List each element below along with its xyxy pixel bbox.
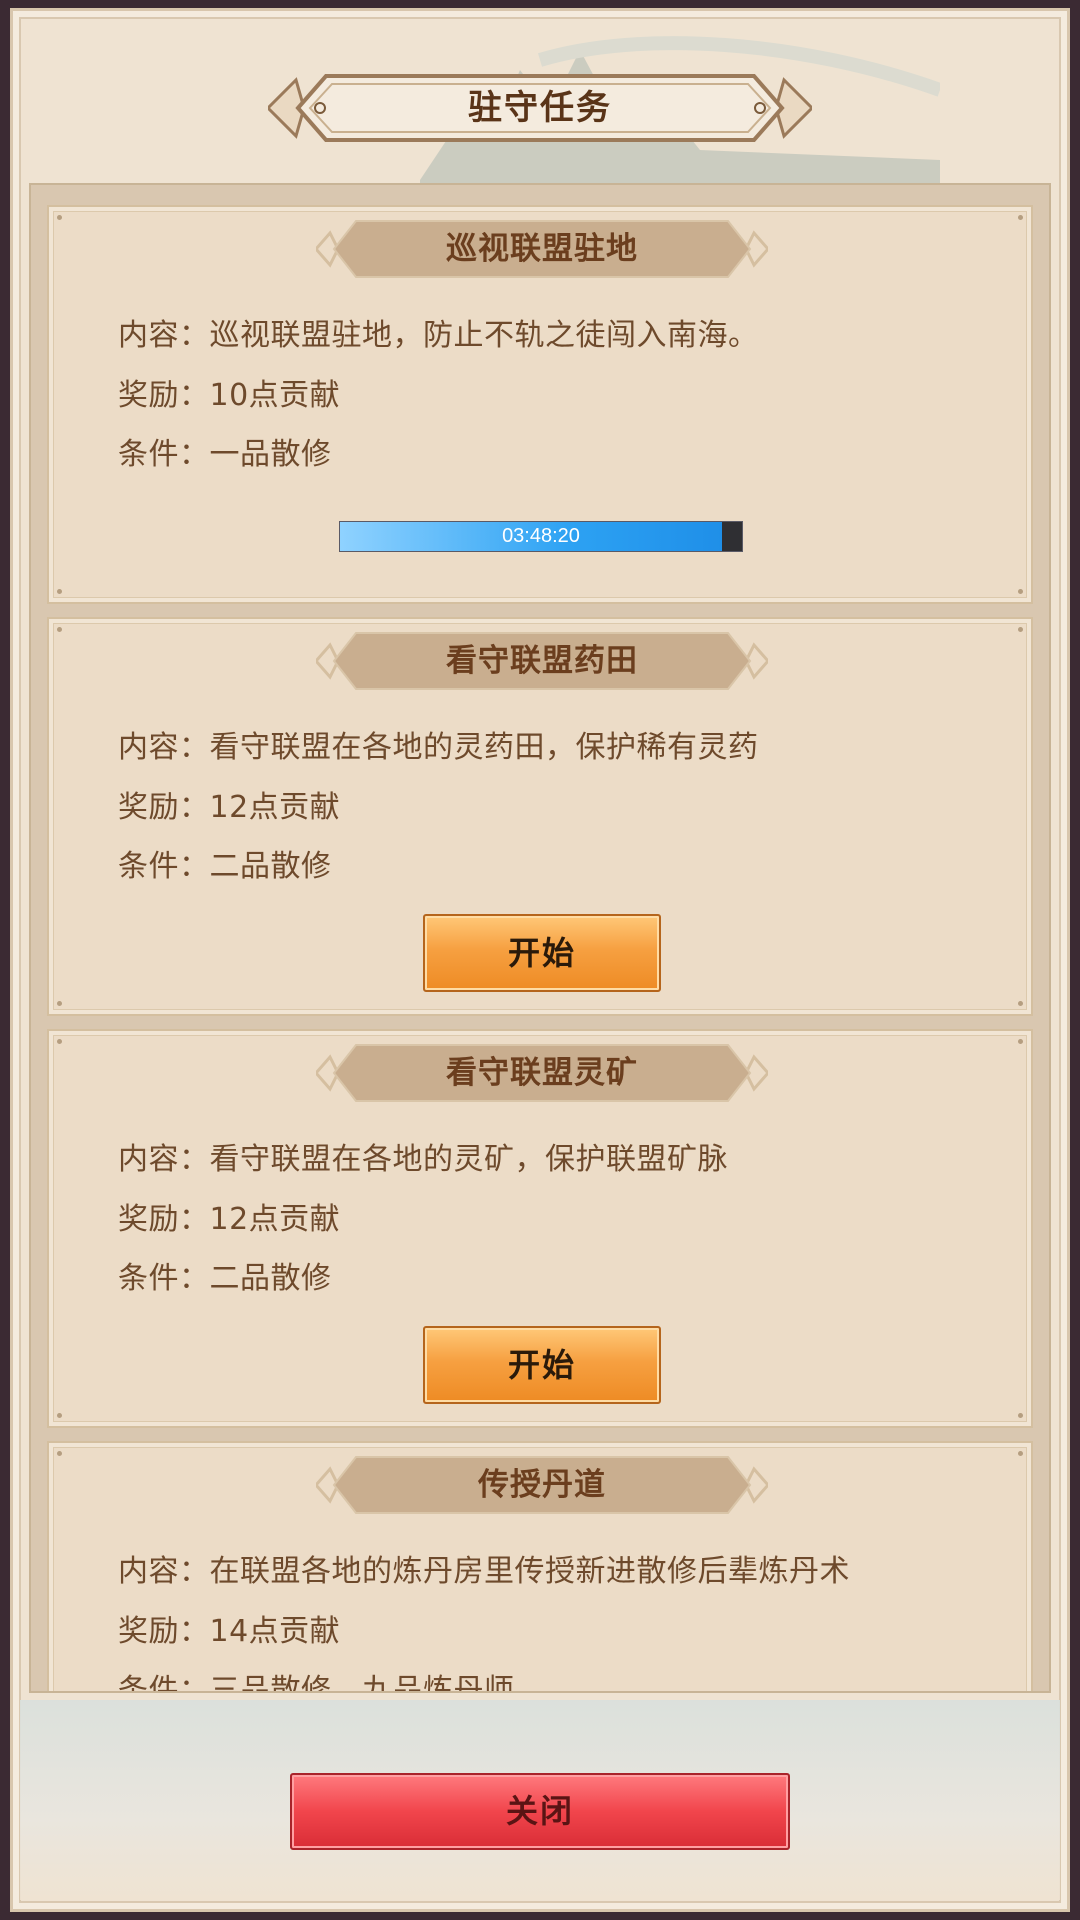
- task-reward: 奖励：12点贡献: [118, 1202, 341, 1237]
- task-title-banner: 看守联盟药田: [316, 631, 768, 691]
- corner-rivet: [57, 589, 62, 594]
- task-list[interactable]: 巡视联盟驻地 内容：巡视联盟驻地，防止不轨之徒闯入南海。 奖励：10点贡献 条件…: [29, 183, 1051, 1693]
- task-title: 传授丹道: [478, 1467, 606, 1503]
- corner-rivet: [57, 1413, 62, 1418]
- task-reward: 奖励：10点贡献: [118, 378, 341, 413]
- corner-rivet: [1018, 1451, 1023, 1456]
- task-title: 看守联盟灵矿: [446, 1055, 638, 1091]
- corner-rivet: [57, 1039, 62, 1044]
- start-button[interactable]: 开始: [423, 1326, 661, 1404]
- corner-rivet: [1018, 627, 1023, 632]
- task-condition: 条件：二品散修: [118, 1261, 332, 1296]
- task-timer-bar: 03:48:20: [339, 521, 743, 552]
- task-card-patrol: 巡视联盟驻地 内容：巡视联盟驻地，防止不轨之徒闯入南海。 奖励：10点贡献 条件…: [47, 205, 1033, 604]
- task-condition: 条件：三品散修，九品炼丹师: [118, 1673, 515, 1693]
- task-title-banner: 传授丹道: [316, 1455, 768, 1515]
- task-content: 内容：在联盟各地的炼丹房里传授新进散修后辈炼丹术: [118, 1554, 850, 1589]
- dialog-title-banner: 驻守任务: [268, 72, 812, 144]
- task-title: 看守联盟药田: [446, 643, 638, 679]
- start-button[interactable]: 开始: [423, 914, 661, 992]
- corner-rivet: [57, 1001, 62, 1006]
- task-card-alchemy-teaching: 传授丹道 内容：在联盟各地的炼丹房里传授新进散修后辈炼丹术 奖励：14点贡献 条…: [47, 1441, 1033, 1693]
- dialog-title: 驻守任务: [468, 88, 612, 128]
- task-condition: 条件：一品散修: [118, 437, 332, 472]
- corner-rivet: [57, 215, 62, 220]
- task-title: 巡视联盟驻地: [446, 231, 638, 267]
- task-content: 内容：看守联盟在各地的灵药田，保护稀有灵药: [118, 730, 759, 765]
- corner-rivet: [57, 627, 62, 632]
- task-reward: 奖励：12点贡献: [118, 790, 341, 825]
- task-card-herb-field: 看守联盟药田 内容：看守联盟在各地的灵药田，保护稀有灵药 奖励：12点贡献 条件…: [47, 617, 1033, 1016]
- corner-rivet: [1018, 589, 1023, 594]
- corner-rivet: [57, 1451, 62, 1456]
- task-card-spirit-mine: 看守联盟灵矿 内容：看守联盟在各地的灵矿，保护联盟矿脉 奖励：12点贡献 条件：…: [47, 1029, 1033, 1428]
- task-title-banner: 看守联盟灵矿: [316, 1043, 768, 1103]
- task-timer-text: 03:48:20: [502, 525, 580, 547]
- task-reward: 奖励：14点贡献: [118, 1614, 341, 1649]
- corner-rivet: [1018, 1413, 1023, 1418]
- task-title-banner: 巡视联盟驻地: [316, 219, 768, 279]
- task-content: 内容：看守联盟在各地的灵矿，保护联盟矿脉: [118, 1142, 728, 1177]
- corner-rivet: [1018, 1039, 1023, 1044]
- task-content: 内容：巡视联盟驻地，防止不轨之徒闯入南海。: [118, 318, 759, 353]
- corner-rivet: [1018, 215, 1023, 220]
- close-button[interactable]: 关闭: [290, 1773, 790, 1850]
- task-condition: 条件：二品散修: [118, 849, 332, 884]
- corner-rivet: [1018, 1001, 1023, 1006]
